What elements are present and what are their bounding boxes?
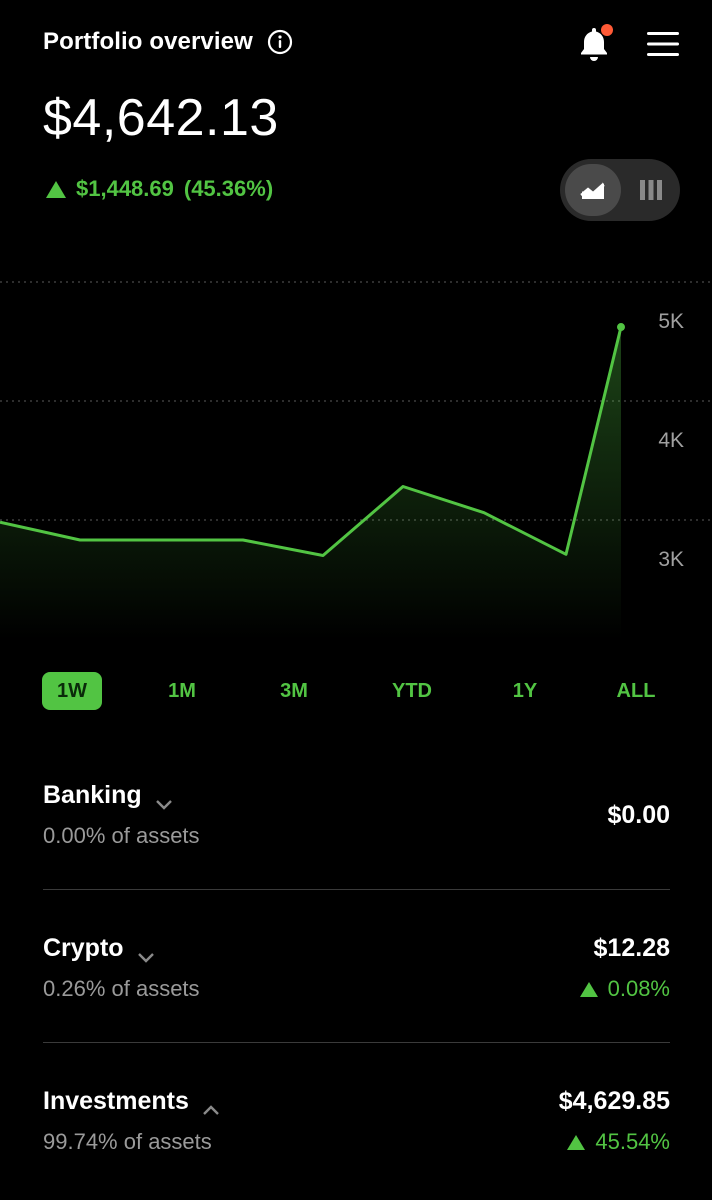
line-chart-icon bbox=[580, 181, 605, 199]
tab-1w[interactable]: 1W bbox=[42, 672, 102, 710]
account-change: 0.08% bbox=[579, 976, 670, 1002]
account-change: 45.54% bbox=[567, 1129, 670, 1155]
up-triangle-icon bbox=[567, 1134, 586, 1150]
account-name: Banking bbox=[43, 781, 174, 810]
portfolio-screen: Portfolio overview $4,642.13 $1,448.69 (… bbox=[0, 0, 712, 1200]
account-value: $4,629.85 bbox=[558, 1087, 670, 1115]
y-tick-label: 5K bbox=[658, 310, 684, 333]
bar-chart-button[interactable] bbox=[628, 164, 674, 216]
bell-icon[interactable] bbox=[574, 24, 614, 64]
account-row-investments[interactable]: Investments 99.74% of assets $4,629.85 4… bbox=[43, 1087, 670, 1157]
account-name: Crypto bbox=[43, 934, 156, 963]
divider bbox=[43, 1042, 670, 1043]
page-title: Portfolio overview bbox=[43, 28, 253, 55]
notification-dot bbox=[601, 24, 613, 36]
account-name-label: Crypto bbox=[43, 934, 124, 962]
account-name: Investments bbox=[43, 1087, 221, 1116]
chevron-up-icon[interactable] bbox=[201, 1095, 221, 1115]
bar-chart-icon bbox=[640, 180, 662, 200]
time-range-selector: 1W 1M 3M YTD 1Y ALL bbox=[42, 672, 672, 710]
chart-area-fill bbox=[0, 327, 621, 640]
portfolio-line-chart: 5K 4K 3K bbox=[0, 281, 712, 640]
chart-type-toggle[interactable] bbox=[560, 159, 680, 221]
tab-3m[interactable]: 3M bbox=[264, 672, 324, 710]
account-change-percent: 45.54% bbox=[595, 1129, 670, 1154]
page-header: Portfolio overview bbox=[43, 28, 293, 56]
tab-all[interactable]: ALL bbox=[606, 672, 666, 710]
portfolio-change: $1,448.69 (45.36%) bbox=[46, 176, 273, 202]
info-circle-icon[interactable] bbox=[267, 29, 293, 55]
chart-last-point bbox=[617, 323, 625, 332]
tab-ytd[interactable]: YTD bbox=[377, 672, 447, 710]
chart-series-line bbox=[0, 326, 623, 557]
account-share: 0.26% of assets bbox=[43, 976, 200, 1001]
chevron-down-icon[interactable] bbox=[136, 942, 156, 963]
divider bbox=[43, 889, 670, 890]
account-share: 0.00% of assets bbox=[43, 823, 200, 848]
hamburger-menu-icon[interactable] bbox=[645, 28, 681, 60]
account-share: 99.74% of assets bbox=[43, 1129, 212, 1154]
up-triangle-icon bbox=[46, 180, 66, 198]
account-value: $0.00 bbox=[607, 801, 670, 829]
tab-1y[interactable]: 1Y bbox=[495, 672, 555, 710]
tab-1m[interactable]: 1M bbox=[152, 672, 212, 710]
y-tick-label: 3K bbox=[658, 548, 684, 571]
account-name-label: Banking bbox=[43, 781, 142, 809]
account-change-percent: 0.08% bbox=[607, 976, 670, 1001]
account-row-banking[interactable]: Banking 0.00% of assets $0.00 bbox=[43, 781, 670, 851]
portfolio-balance: $4,642.13 bbox=[43, 89, 279, 147]
up-triangle-icon bbox=[579, 981, 598, 997]
y-tick-label: 4K bbox=[658, 429, 684, 452]
account-name-label: Investments bbox=[43, 1087, 189, 1115]
account-value: $12.28 bbox=[593, 934, 670, 962]
change-amount: $1,448.69 bbox=[76, 176, 174, 201]
chevron-down-icon[interactable] bbox=[154, 789, 174, 810]
change-percent: (45.36%) bbox=[183, 176, 274, 201]
line-chart-button[interactable] bbox=[565, 164, 621, 216]
account-row-crypto[interactable]: Crypto 0.26% of assets $12.28 0.08% bbox=[43, 934, 670, 1004]
